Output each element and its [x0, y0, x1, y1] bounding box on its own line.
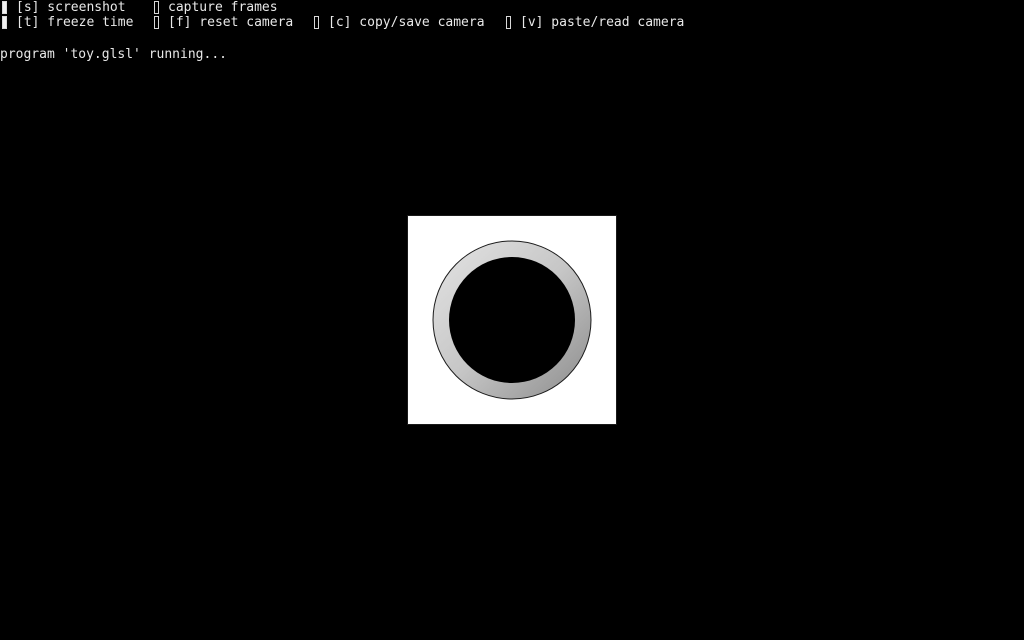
screenshot-label: [s] screenshot	[16, 0, 126, 15]
capture-frames-label: capture frames	[168, 0, 278, 15]
copy-camera-toggle[interactable]: [c] copy/save camera	[312, 15, 497, 31]
copy-camera-label: [c] copy/save camera	[328, 15, 485, 30]
status-text: program 'toy.glsl' running...	[0, 47, 227, 62]
reset-camera-checkbox[interactable]	[154, 16, 159, 29]
screenshot-toggle[interactable]: [s] screenshot	[0, 0, 140, 16]
paste-camera-toggle[interactable]: [v] paste/read camera	[504, 15, 699, 31]
screenshot-checkbox[interactable]	[2, 1, 7, 14]
toolbar-row-2: [t] freeze time [f] reset camera [c] cop…	[0, 15, 684, 31]
capture-frames-checkbox[interactable]	[154, 1, 159, 14]
reset-camera-label: [f] reset camera	[168, 15, 294, 30]
copy-camera-checkbox[interactable]	[314, 16, 319, 29]
reset-camera-toggle[interactable]: [f] reset camera	[152, 15, 302, 31]
freeze-time-checkbox[interactable]	[2, 16, 7, 29]
render-viewport[interactable]	[408, 216, 616, 424]
freeze-time-label: [t] freeze time	[16, 15, 134, 30]
ring-render	[432, 240, 592, 400]
ring-hole	[449, 257, 575, 383]
paste-camera-label: [v] paste/read camera	[520, 15, 685, 30]
freeze-time-toggle[interactable]: [t] freeze time	[0, 15, 140, 31]
toolbar-row-1: [s] screenshot capture frames	[0, 0, 278, 16]
capture-frames-toggle[interactable]: capture frames	[152, 0, 292, 16]
paste-camera-checkbox[interactable]	[506, 16, 511, 29]
